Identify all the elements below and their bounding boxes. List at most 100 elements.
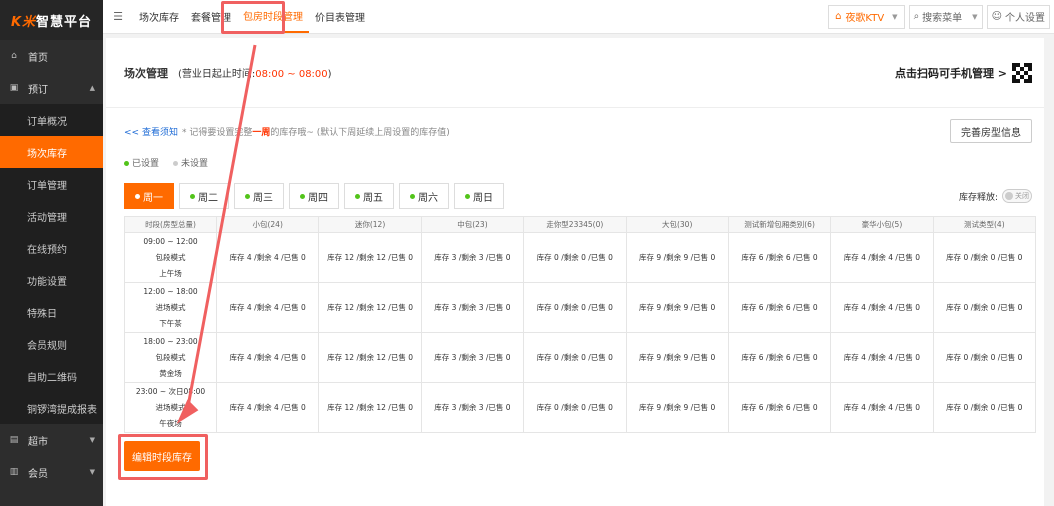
notice-pre: * 记得要设置完整 xyxy=(181,127,253,138)
time-slot-mode: 包段模式 xyxy=(155,252,186,262)
stock-cell: 库存 4 /剩余 4 /已售 0 xyxy=(215,332,320,383)
stock-cell: 库存 9 /剩余 9 /已售 0 xyxy=(625,382,729,433)
time-slot-cell: 23:00 ~ 次日08:00 进场模式午夜场 xyxy=(124,382,217,433)
stock-cell: 库存 4 /剩余 4 /已售 0 xyxy=(830,282,934,333)
store-name: 夜歌KTV xyxy=(845,13,885,24)
chevron-down-icon: ▼ xyxy=(89,436,95,444)
page-title: 场次管理 xyxy=(124,66,168,80)
time-slot-time: 12:00 ~ 18:00 xyxy=(143,286,198,296)
table-header-cell: 大包(30) xyxy=(625,216,729,233)
time-slot-name: 上午场 xyxy=(159,268,182,278)
unset-dot-icon xyxy=(173,160,179,166)
set-dot-icon xyxy=(245,193,250,199)
week-tab-label: 周三 xyxy=(253,192,273,204)
sidebar-subitem[interactable]: 特殊日 xyxy=(0,296,103,328)
week-tab-list: 周一 周二 周三 周四 周五 周六 周日 xyxy=(124,183,509,209)
time-slot-cell: 12:00 ~ 18:00 进场模式 下午茶 xyxy=(124,282,217,333)
legend-unset-label: 未设置 xyxy=(181,158,209,169)
stock-table: 时段(房型总量) 小包(24) 迷你(12) 中包(23) 走你型23345(0) 大包(… xyxy=(124,216,1037,433)
stock-release-toggle[interactable]: 关闭 xyxy=(1002,189,1032,203)
week-tab[interactable]: 周四 xyxy=(289,183,339,209)
table-header-cell: 中包(23) xyxy=(420,216,525,233)
legend-set: 已设置 xyxy=(124,156,159,169)
user-settings-button[interactable]: ☺ 个人设置 xyxy=(986,4,1050,29)
week-tab[interactable]: 周日 xyxy=(454,183,504,209)
sidebar-subitem[interactable]: 功能设置 xyxy=(0,264,103,296)
sidebar-subitem[interactable]: 会员规则 xyxy=(0,328,103,360)
table-header-cell: 小包(24) xyxy=(215,216,320,233)
stock-cell: 库存 0 /剩余 0 /已售 0 xyxy=(932,382,1037,433)
sidebar-subitem[interactable]: 订单概况 xyxy=(0,104,103,136)
store-selector[interactable]: ⌂ 夜歌KTV ▼ xyxy=(828,4,905,29)
top-nav-tab[interactable]: 价目表管理 xyxy=(309,0,371,33)
stock-cell: 库存 4 /剩余 4 /已售 0 xyxy=(830,232,934,283)
sidebar-subitem[interactable]: 场次库存 xyxy=(0,136,103,168)
set-dot-icon xyxy=(465,193,470,199)
logo-text: 智慧平台 xyxy=(36,14,93,30)
legend-set-label: 已设置 xyxy=(132,158,160,169)
top-right-controls: ⌂ 夜歌KTV ▼ ⌕ 搜索菜单 ▼ ☺ 个人设置 xyxy=(828,4,1054,29)
sidebar-item-label: 会员 xyxy=(28,468,48,480)
table-header-cell: 时段(房型总量) xyxy=(124,216,217,233)
home-icon: ⌂ xyxy=(835,11,842,22)
top-nav-tab[interactable]: 场次库存 xyxy=(133,0,185,33)
notice-row: << 查看须知 * 记得要设置完整一周的库存哦~ (默认下周延续上周设置的库存值… xyxy=(106,114,1044,148)
sidebar-subitem[interactable]: 订单管理 xyxy=(0,168,103,200)
set-dot-icon xyxy=(355,193,360,199)
sidebar-item-market[interactable]: ▤ 超市 ▼ xyxy=(0,424,103,456)
week-tab-label: 周四 xyxy=(308,192,328,204)
week-tab[interactable]: 周五 xyxy=(344,183,394,209)
chevron-down-icon: ▼ xyxy=(972,12,978,21)
time-slot-time: 23:00 ~ 次日08:00 xyxy=(135,386,206,396)
stock-release-label: 库存释放: xyxy=(958,192,998,203)
stock-cell: 库存 3 /剩余 3 /已售 0 xyxy=(420,232,525,283)
stock-cell: 库存 9 /剩余 9 /已售 0 xyxy=(625,232,729,283)
sidebar-item-booking[interactable]: ▣ 预订 ▲ xyxy=(0,72,103,104)
business-hours: (营业日起止时间:08:00 ~ 08:00) xyxy=(178,65,332,80)
chevron-down-icon: ▼ xyxy=(892,12,898,21)
user-icon: ☺ xyxy=(991,11,1002,22)
table-header-cell: 豪华小包(5) xyxy=(830,216,934,233)
menu-search[interactable]: ⌕ 搜索菜单 ▼ xyxy=(908,4,983,29)
time-slot-cell: 09:00 ~ 12:00 包段模式上午场 xyxy=(124,232,217,283)
week-tab[interactable]: 周六 xyxy=(399,183,449,209)
stock-cell: 库存 3 /剩余 3 /已售 0 xyxy=(420,382,525,433)
search-placeholder: 搜索菜单 xyxy=(922,13,963,24)
home-icon: ⌂ xyxy=(11,51,17,61)
main-content: 场次管理 (营业日起止时间:08:00 ~ 08:00) 点击扫码可手机管理 >… xyxy=(106,38,1044,506)
booking-icon: ▣ xyxy=(9,83,19,93)
time-slot-time: 09:00 ~ 12:00 xyxy=(143,236,198,246)
sidebar-subitem[interactable]: 在线预约 xyxy=(0,232,103,264)
sidebar-subitem[interactable]: 铜锣湾提成报表 xyxy=(0,392,103,424)
qr-manage-link[interactable]: 点击扫码可手机管理 > xyxy=(895,62,1032,83)
week-tab[interactable]: 周三 xyxy=(234,183,284,209)
member-icon: ▥ xyxy=(9,467,19,477)
menu-toggle-icon[interactable]: ☰ xyxy=(103,10,133,23)
stock-release: 库存释放: 关闭 xyxy=(959,189,1032,203)
sidebar-item-member[interactable]: ▥ 会员 ▼ xyxy=(0,456,103,488)
view-notice-link[interactable]: << 查看须知 xyxy=(124,125,178,138)
time-slot-name: 午夜场 xyxy=(159,418,182,428)
time-slot-time: 18:00 ~ 23:00 xyxy=(143,336,198,346)
week-tabs: 周一 周二 周三 周四 周五 周六 周日 库存释放: 关闭 xyxy=(106,176,1044,216)
sidebar-subitem[interactable]: 活动管理 xyxy=(0,200,103,232)
stock-cell: 库存 0 /剩余 0 /已售 0 xyxy=(932,332,1037,383)
stock-cell: 库存 0 /剩余 0 /已售 0 xyxy=(932,282,1037,333)
table-row: 23:00 ~ 次日08:00 进场模式 午夜场 库存 4 /剩余 4 /已售 0 库存… xyxy=(124,382,1037,433)
user-settings-label: 个人设置 xyxy=(1005,13,1045,24)
table-header-cell: 测试类型(4) xyxy=(932,216,1037,233)
time-slot-mode: 进场模式 xyxy=(155,402,186,412)
complete-room-info-button[interactable]: 完善房型信息 xyxy=(950,119,1032,143)
time-slot-name: 下午茶 xyxy=(159,318,182,328)
chevron-down-icon: ▼ xyxy=(89,468,95,476)
stock-cell: 库存 6 /剩余 6 /已售 0 xyxy=(727,282,832,333)
week-tab[interactable]: 周二 xyxy=(179,183,229,209)
table-row: 18:00 ~ 23:00 包段模式 黄金场 库存 4 /剩余 4 /已售 0 库存 1… xyxy=(124,332,1037,383)
table-body: 09:00 ~ 12:00 包段模式 上午场 库存 4 /剩余 4 /已售 0 库存 1… xyxy=(124,232,1037,433)
sidebar-item-home[interactable]: ⌂ 首页 xyxy=(0,40,103,72)
week-tab[interactable]: 周一 xyxy=(124,183,174,209)
stock-cell: 库存 9 /剩余 9 /已售 0 xyxy=(625,332,729,383)
sidebar-subitem[interactable]: 自助二维码 xyxy=(0,360,103,392)
booking-submenu: 订单概况 场次库存 订单管理 活动管理 在线预约 功能设置 特殊日 会员规则 自助二维码 铜锣湾提… xyxy=(0,104,103,424)
table-header-cell: 走你型23345(0) xyxy=(523,216,627,233)
